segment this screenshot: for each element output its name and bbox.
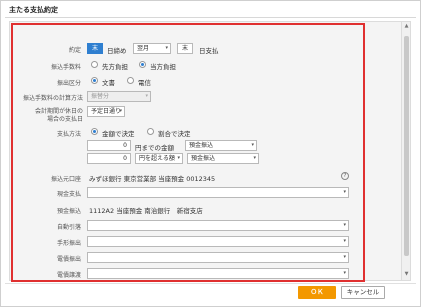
payment-terms-dialog: 主たる支払約定 ▲ ▼ 約定 末 日締め 翌月 ▾ 末 日支払 振込手数料 先方… (0, 0, 421, 307)
title-divider (5, 17, 416, 18)
ok-button[interactable]: ＯＫ (298, 286, 336, 299)
cancel-button[interactable]: キャンセル (341, 286, 385, 299)
scroll-down-icon[interactable]: ▼ (403, 271, 410, 278)
scroll-up-icon[interactable]: ▲ (403, 23, 410, 30)
vertical-scrollbar[interactable]: ▲ ▼ (401, 22, 410, 280)
scroll-thumb[interactable] (404, 36, 409, 256)
footer-divider (5, 283, 416, 284)
highlight-frame (11, 23, 365, 282)
dialog-title: 主たる支払約定 (9, 6, 58, 14)
